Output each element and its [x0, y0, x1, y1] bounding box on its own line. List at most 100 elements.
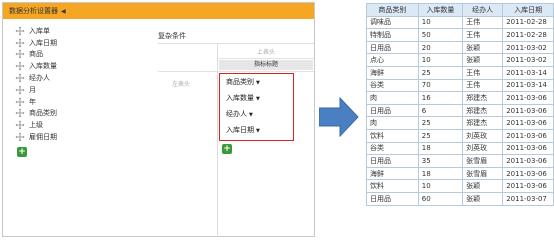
table-cell: 2011-02-28: [502, 15, 554, 30]
row-header-dropzone[interactable]: 左表头: [172, 79, 190, 88]
table-row: 海鲜 18 张雪眉 2011-03-06: [366, 166, 554, 181]
move-icon: [15, 85, 25, 95]
grid-divider: [158, 71, 314, 72]
table-cell: 张颖: [462, 53, 504, 67]
table-cell: 张雪眉: [462, 166, 504, 181]
table-header-row: 商品类别 入库数量 经办人 入库日期: [366, 3, 554, 17]
row-item-label: 入库数量: [226, 94, 254, 102]
pivot-layout-grid: 上表头 指标标题 左表头 商品类别 ▼ 入库数量 ▼ 经办人 ▼ 入库日期 ▼ +: [158, 43, 314, 237]
table-cell: 王伟: [462, 28, 504, 42]
move-icon: [15, 97, 25, 107]
table-row: 日用品 20 张颖 2011-03-02: [366, 40, 554, 55]
field-item-handler[interactable]: 经办人: [9, 72, 149, 84]
table-cell: 20: [417, 40, 464, 55]
add-field-button[interactable]: +: [17, 146, 27, 157]
table-row: 点心 10 张颖 2011-03-02: [366, 53, 554, 67]
table-cell: 2011-03-06: [502, 116, 554, 130]
table-cell: 2011-03-06: [502, 179, 554, 193]
data-analysis-designer: 数据分析设置器 ◀ 入库单 入库日期 商品 入库数量 经办人 月 年 商品类别 …: [2, 2, 315, 237]
table-cell: 2011-03-06: [502, 103, 554, 118]
table-cell: 2011-03-06: [502, 166, 554, 181]
move-icon: [15, 61, 25, 71]
table-cell: 2011-03-14: [502, 78, 554, 93]
field-item-product[interactable]: 商品: [9, 49, 149, 61]
row-item-category[interactable]: 商品类别 ▼: [226, 77, 260, 87]
table-cell: 2011-03-02: [502, 53, 554, 67]
field-list: 入库单 入库日期 商品 入库数量 经办人 月 年 商品类别 上级 雇佣日期 +: [9, 25, 149, 157]
table-cell: 日用品: [366, 40, 419, 55]
table-cell: 海鲜: [366, 65, 419, 80]
table-cell: 肉: [366, 116, 419, 130]
table-cell: 60: [417, 191, 464, 206]
table-cell: 25: [417, 116, 464, 130]
table-row: 饮料 10 张颖 2011-03-06: [366, 179, 554, 193]
table-cell: 25: [417, 128, 464, 143]
table-cell: 2011-03-02: [502, 40, 554, 55]
field-item-year[interactable]: 年: [9, 96, 149, 108]
index-title-cell[interactable]: 指标标题: [219, 60, 313, 70]
field-item-inbound-order[interactable]: 入库单: [9, 25, 149, 37]
field-item-hire-date[interactable]: 雇佣日期: [9, 131, 149, 143]
table-row: 调味品 10 王伟 2011-02-28: [366, 15, 554, 30]
table-cell: 王伟: [462, 78, 504, 93]
column-header-dropzone[interactable]: 上表头: [221, 47, 311, 56]
table-row: 特制品 50 王伟 2011-02-28: [366, 28, 554, 42]
table-cell: 海鲜: [366, 166, 419, 181]
table-cell: 郑建杰: [462, 116, 504, 130]
move-icon: [15, 73, 25, 83]
row-item-handler[interactable]: 经办人 ▼: [226, 109, 253, 119]
row-item-label: 入库日期: [226, 126, 254, 134]
field-item-inbound-date[interactable]: 入库日期: [9, 37, 149, 49]
field-item-inbound-qty[interactable]: 入库数量: [9, 60, 149, 72]
add-row-item-button[interactable]: +: [222, 144, 232, 154]
move-icon: [15, 132, 25, 142]
grid-divider: [217, 44, 218, 237]
table-cell: 刘英玫: [462, 141, 504, 156]
table-cell: 18: [417, 166, 464, 181]
table-row: 谷类 70 王伟 2011-03-14: [366, 78, 554, 93]
row-item-date[interactable]: 入库日期 ▼: [226, 125, 260, 135]
designer-header[interactable]: 数据分析设置器 ◀: [3, 3, 314, 19]
field-label: 入库日期: [29, 38, 57, 47]
row-item-qty[interactable]: 入库数量 ▼: [226, 93, 260, 103]
field-label: 年: [29, 97, 36, 106]
move-icon: [15, 108, 25, 118]
complex-condition-link[interactable]: 复杂条件: [158, 31, 186, 41]
move-icon: [15, 49, 25, 59]
table-cell: 调味品: [366, 15, 419, 30]
field-label: 经办人: [29, 74, 50, 83]
collapse-left-icon[interactable]: ◀: [61, 8, 66, 15]
row-item-label: 经办人: [226, 110, 247, 118]
move-icon: [15, 26, 25, 36]
row-item-label: 商品类别: [226, 78, 254, 86]
column-header: 入库日期: [502, 3, 554, 17]
result-table: 商品类别 入库数量 经办人 入库日期 调味品 10 王伟 2011-02-28 特制品…: [366, 3, 554, 206]
dropdown-arrow-icon[interactable]: ▼: [249, 112, 253, 118]
table-cell: 王伟: [462, 65, 504, 80]
table-cell: 35: [417, 154, 464, 168]
table-cell: 10: [417, 179, 464, 193]
field-label: 月: [29, 85, 36, 94]
dropdown-arrow-icon[interactable]: ▼: [256, 96, 260, 102]
column-header: 经办人: [462, 3, 504, 17]
table-cell: 谷类: [366, 78, 419, 93]
table-cell: 日用品: [366, 103, 419, 118]
field-item-category[interactable]: 商品类别: [9, 108, 149, 120]
field-label: 雇佣日期: [29, 133, 57, 142]
dropdown-arrow-icon[interactable]: ▼: [256, 128, 260, 134]
field-item-superior[interactable]: 上级: [9, 119, 149, 131]
table-cell: 王伟: [462, 15, 504, 30]
table-cell: 饮料: [366, 128, 419, 143]
table-cell: 饮料: [366, 179, 419, 193]
field-label: 商品: [29, 50, 43, 59]
field-item-month[interactable]: 月: [9, 84, 149, 96]
table-cell: 刘英玫: [462, 128, 504, 143]
dropdown-arrow-icon[interactable]: ▼: [256, 80, 260, 86]
column-header: 入库数量: [417, 3, 464, 17]
table-cell: 肉: [366, 91, 419, 105]
table-row: 海鲜 25 王伟 2011-03-14: [366, 65, 554, 80]
table-cell: 特制品: [366, 28, 419, 42]
field-label: 入库单: [29, 26, 50, 35]
table-cell: 张雪眉: [462, 154, 504, 168]
table-row: 肉 25 郑建杰 2011-03-06: [366, 116, 554, 130]
